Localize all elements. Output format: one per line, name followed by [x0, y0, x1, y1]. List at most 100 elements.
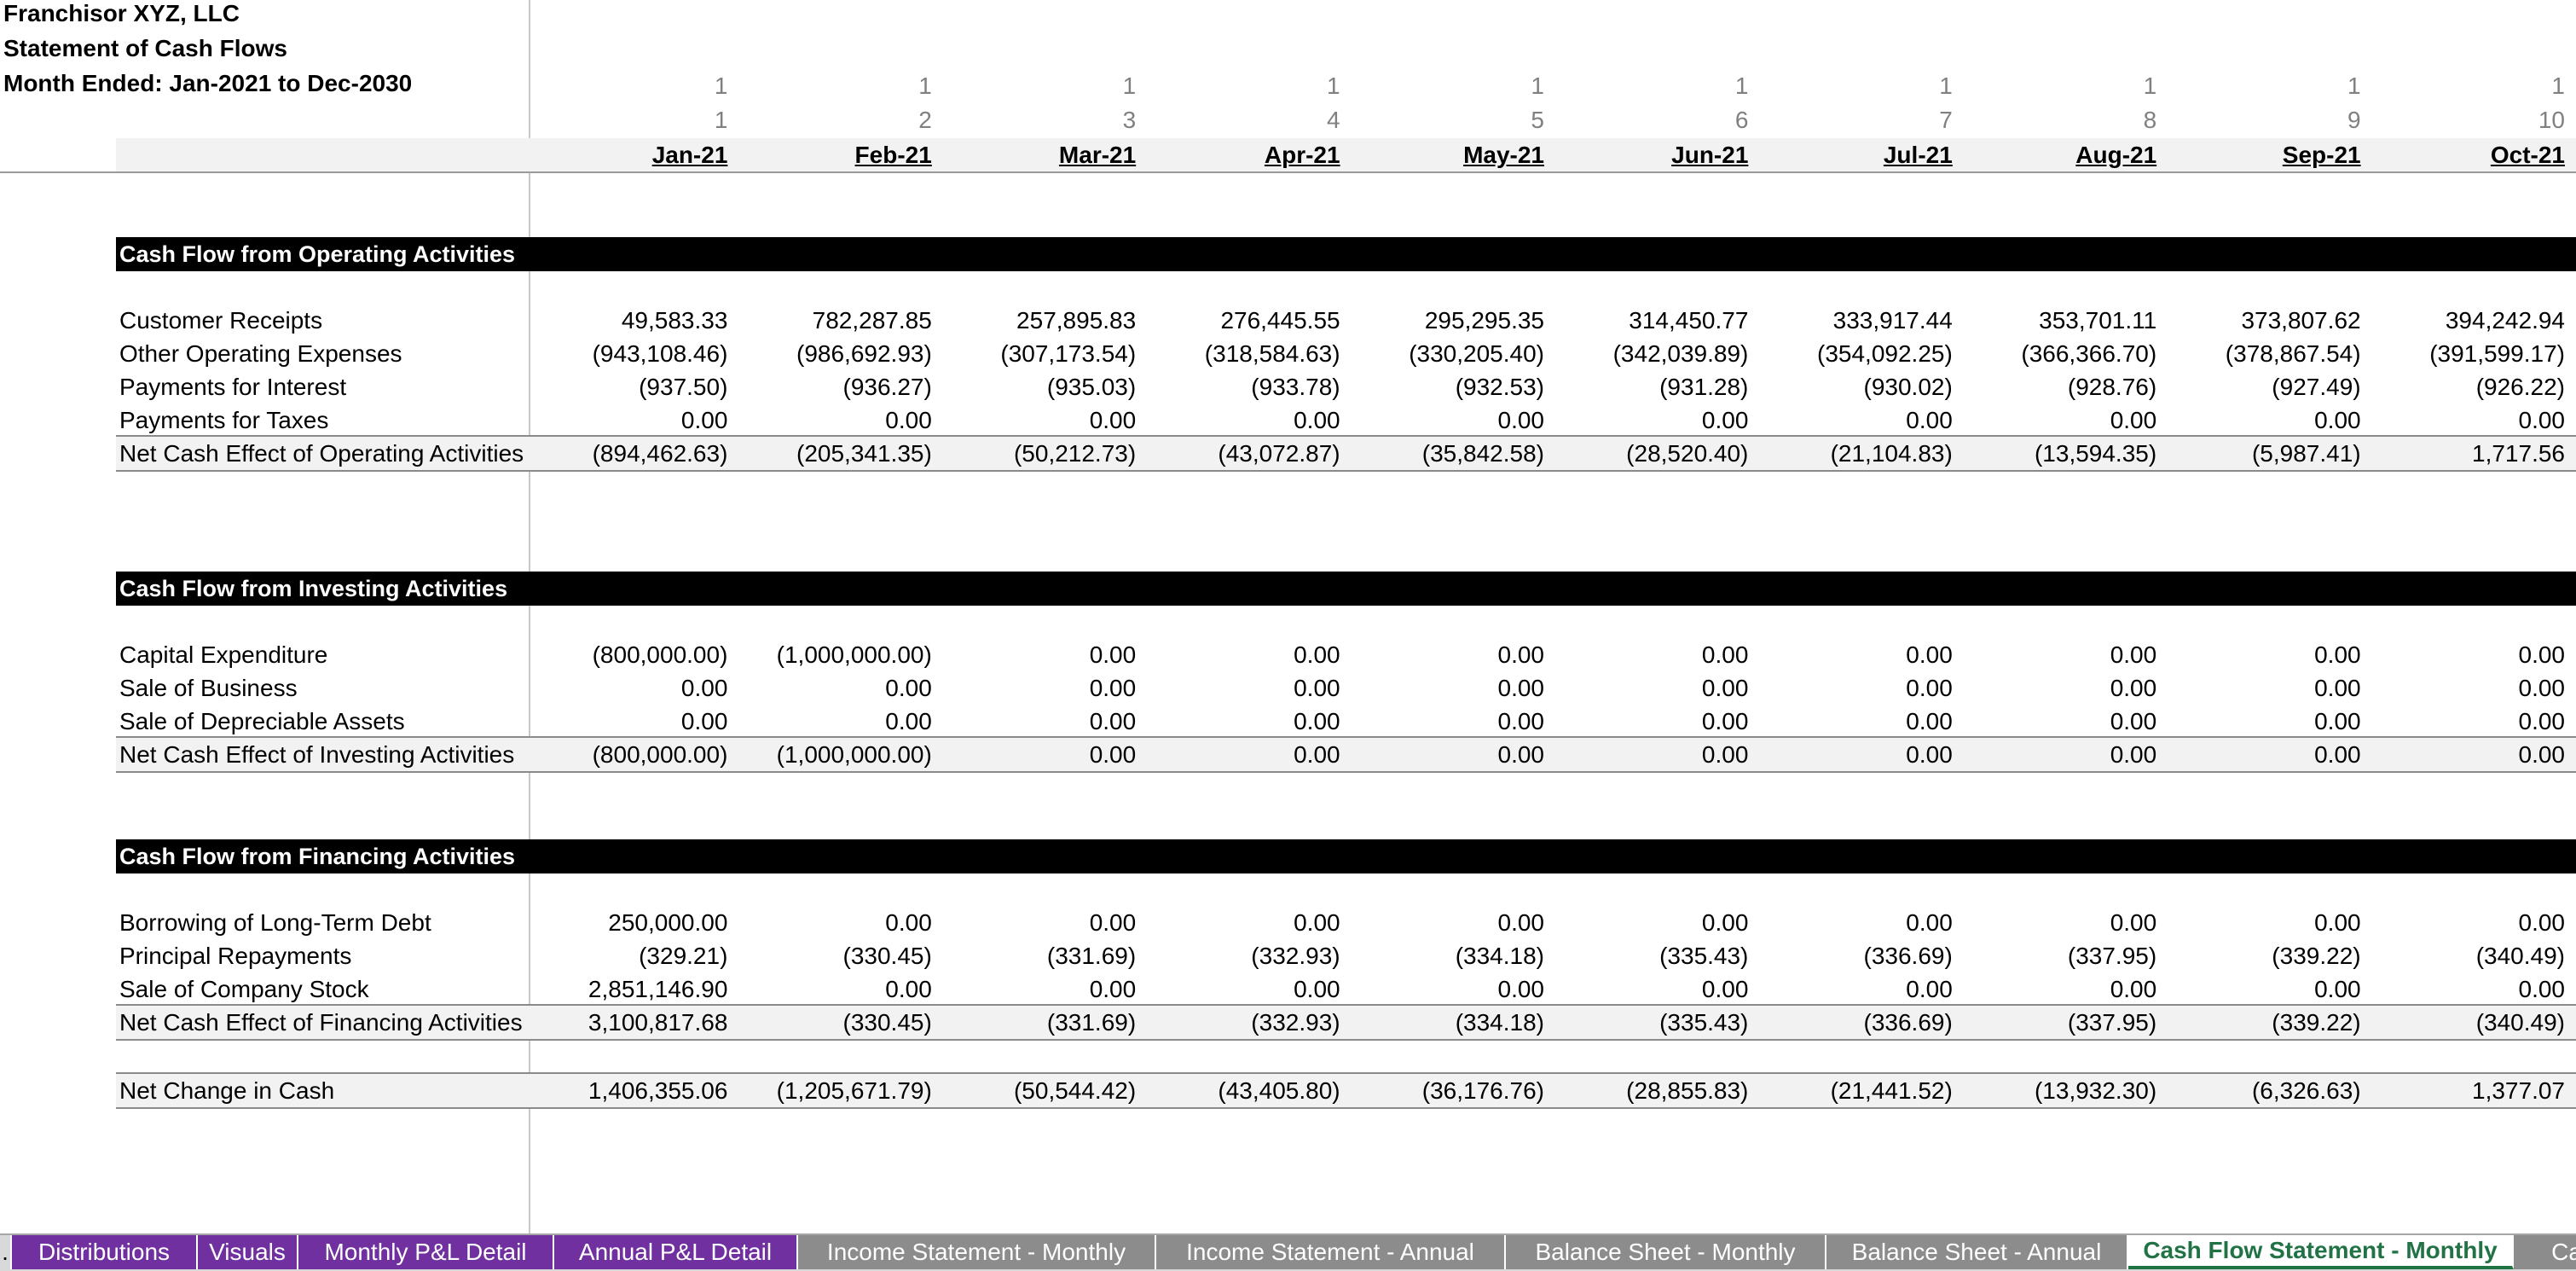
- value-cell[interactable]: (28,520.40): [1547, 437, 1748, 470]
- value-cell[interactable]: (43,072.87): [1139, 437, 1340, 470]
- counter-cell[interactable]: 1: [731, 70, 932, 102]
- value-cell[interactable]: 0.00: [1343, 738, 1545, 771]
- value-cell[interactable]: 0.00: [526, 705, 728, 738]
- value-cell[interactable]: (339.22): [2160, 1006, 2360, 1039]
- counter-cell[interactable]: 1: [1343, 70, 1544, 102]
- spreadsheet-grid[interactable]: Franchisor XYZ, LLC Statement of Cash Fl…: [0, 0, 2576, 1235]
- table-row[interactable]: Customer Receipts 49,583.33 782,287.85 257,…: [116, 304, 2576, 337]
- value-cell[interactable]: (331.69): [935, 1006, 1136, 1039]
- value-cell[interactable]: 0.00: [1955, 403, 2157, 437]
- value-cell[interactable]: 0.00: [935, 671, 1137, 705]
- value-cell[interactable]: 0.00: [2160, 906, 2361, 939]
- value-cell[interactable]: 0.00: [2364, 403, 2566, 437]
- value-cell[interactable]: 257,895.83: [935, 304, 1136, 337]
- value-cell[interactable]: 0.00: [2160, 671, 2361, 705]
- table-row[interactable]: Sale of Depreciable Assets 0.00 0.00 0.00 0.…: [116, 705, 2576, 738]
- counter-cell[interactable]: 1: [1955, 70, 2157, 102]
- value-cell[interactable]: 0.00: [1547, 705, 1749, 738]
- value-cell[interactable]: (330.45): [731, 1006, 932, 1039]
- net-change-row[interactable]: Net Change in Cash 1,406,355.06 (1,205,671…: [116, 1072, 2576, 1109]
- value-cell[interactable]: 0.00: [731, 705, 932, 738]
- value-cell[interactable]: (36,176.76): [1343, 1074, 1544, 1107]
- value-cell[interactable]: 0.00: [526, 403, 728, 437]
- value-cell[interactable]: (336.69): [1751, 939, 1953, 972]
- sheet-tab[interactable]: .: [0, 1235, 12, 1269]
- value-cell[interactable]: 0.00: [2364, 705, 2566, 738]
- value-cell[interactable]: (800,000.00): [526, 638, 728, 671]
- value-cell[interactable]: (926.22): [2364, 370, 2565, 403]
- value-cell[interactable]: (340.49): [2364, 939, 2565, 972]
- value-cell[interactable]: 0.00: [1751, 671, 1953, 705]
- month-header-cell[interactable]: Oct-21: [2364, 138, 2565, 172]
- value-cell[interactable]: (318,584.63): [1139, 337, 1340, 370]
- table-row[interactable]: Payments for Interest (937.50) (936.27) (93…: [116, 370, 2576, 403]
- value-cell[interactable]: 0.00: [2160, 738, 2361, 771]
- sheet-tab[interactable]: Income Statement - Annual: [1156, 1235, 1506, 1269]
- value-cell[interactable]: 0.00: [2160, 972, 2361, 1006]
- value-cell[interactable]: 276,445.55: [1139, 304, 1340, 337]
- counter-cell[interactable]: 1: [526, 70, 728, 102]
- sheet-tab[interactable]: Balance Sheet - Monthly: [1506, 1235, 1826, 1269]
- value-cell[interactable]: (5,987.41): [2160, 437, 2361, 470]
- value-cell[interactable]: (933.78): [1139, 370, 1340, 403]
- value-cell[interactable]: 1,406,355.06: [526, 1074, 728, 1107]
- value-cell[interactable]: 0.00: [1139, 738, 1340, 771]
- value-cell[interactable]: 0.00: [2364, 738, 2566, 771]
- counter-cell[interactable]: 1: [2160, 70, 2361, 102]
- counter-cell[interactable]: 3: [935, 104, 1137, 136]
- value-cell[interactable]: 250,000.00: [526, 906, 727, 939]
- value-cell[interactable]: (6,326.63): [2160, 1074, 2361, 1107]
- value-cell[interactable]: 0.00: [731, 403, 932, 437]
- value-cell[interactable]: 0.00: [2364, 906, 2566, 939]
- value-cell[interactable]: (331.69): [935, 939, 1136, 972]
- sheet-tab[interactable]: Monthly P&L Detail: [298, 1235, 554, 1269]
- value-cell[interactable]: (800,000.00): [526, 738, 728, 771]
- sheet-tab[interactable]: Cash Flow Statement - Monthly: [2128, 1235, 2514, 1269]
- sheet-tab[interactable]: Distributions: [12, 1235, 198, 1269]
- value-cell[interactable]: 0.00: [1955, 638, 2157, 671]
- value-cell[interactable]: 0.00: [1343, 671, 1545, 705]
- value-cell[interactable]: (931.28): [1547, 370, 1748, 403]
- value-cell[interactable]: 0.00: [1139, 638, 1340, 671]
- counter-cell[interactable]: 6: [1547, 104, 1749, 136]
- value-cell[interactable]: 0.00: [935, 638, 1137, 671]
- value-cell[interactable]: (932.53): [1343, 370, 1544, 403]
- value-cell[interactable]: (35,842.58): [1343, 437, 1544, 470]
- value-cell[interactable]: (930.02): [1751, 370, 1953, 403]
- sheet-tab[interactable]: Visuals: [198, 1235, 298, 1269]
- month-header-cell[interactable]: Jun-21: [1547, 138, 1748, 172]
- value-cell[interactable]: (1,000,000.00): [731, 638, 932, 671]
- value-cell[interactable]: 0.00: [2364, 638, 2566, 671]
- counter-cell[interactable]: 1: [526, 104, 728, 136]
- value-cell[interactable]: 782,287.85: [731, 304, 932, 337]
- value-cell[interactable]: (342,039.89): [1547, 337, 1749, 370]
- counter-cell[interactable]: 9: [2160, 104, 2361, 136]
- counter-cell[interactable]: 5: [1343, 104, 1544, 136]
- value-cell[interactable]: 0.00: [1139, 671, 1340, 705]
- value-cell[interactable]: 0.00: [1139, 972, 1340, 1006]
- value-cell[interactable]: 0.00: [1547, 638, 1749, 671]
- value-cell[interactable]: 0.00: [1139, 705, 1340, 738]
- value-cell[interactable]: 0.00: [1343, 906, 1545, 939]
- value-cell[interactable]: 314,450.77: [1547, 304, 1748, 337]
- value-cell[interactable]: 295,295.35: [1343, 304, 1544, 337]
- value-cell[interactable]: 0.00: [1751, 972, 1953, 1006]
- value-cell[interactable]: 0.00: [935, 972, 1137, 1006]
- value-cell[interactable]: 0.00: [1343, 403, 1545, 437]
- value-cell[interactable]: (329.21): [526, 939, 727, 972]
- value-cell[interactable]: 0.00: [1547, 738, 1749, 771]
- value-cell[interactable]: (894,462.63): [526, 437, 728, 470]
- value-cell[interactable]: (336.69): [1751, 1006, 1953, 1039]
- value-cell[interactable]: 0.00: [2364, 671, 2566, 705]
- counter-cell[interactable]: 1: [935, 70, 1137, 102]
- counter-cell[interactable]: 4: [1139, 104, 1340, 136]
- value-cell[interactable]: (332.93): [1139, 939, 1340, 972]
- month-header-cell[interactable]: Jan-21: [526, 138, 728, 172]
- value-cell[interactable]: 0.00: [731, 671, 932, 705]
- value-cell[interactable]: (986,692.93): [731, 337, 932, 370]
- value-cell[interactable]: 0.00: [2160, 705, 2361, 738]
- value-cell[interactable]: 0.00: [935, 403, 1137, 437]
- value-cell[interactable]: (330.45): [731, 939, 932, 972]
- counter-cell[interactable]: 1: [1547, 70, 1749, 102]
- counter-cell[interactable]: 1: [2364, 70, 2565, 102]
